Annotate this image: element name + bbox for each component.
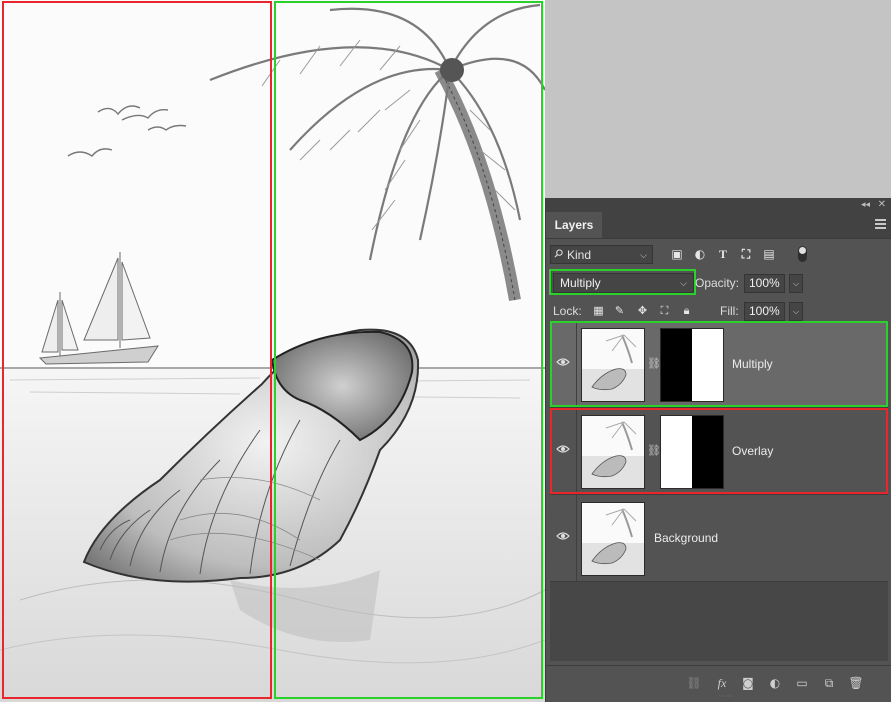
lock-image-icon[interactable]: ✎ — [613, 304, 626, 317]
layer-row-background[interactable]: Background — [550, 495, 888, 582]
layer-name[interactable]: Overlay — [732, 444, 773, 458]
layers-panel: ◂◂ ✕ Layers Kind ⌵ ▣ ◐ T ⛶ ▤ Multiply ⌵ … — [545, 198, 891, 702]
layers-list: ⛓ Multiply ⛓ Overlay Background — [550, 321, 888, 661]
opacity-label: Opacity: — [695, 276, 740, 290]
lock-artboard-icon[interactable]: ⛶ — [658, 304, 671, 317]
new-layer-icon[interactable]: ⧉ — [821, 676, 837, 690]
opacity-input[interactable]: 100% — [744, 274, 785, 293]
adjustment-layer-icon[interactable]: ◐ — [767, 676, 783, 690]
layer-filter-row: Kind ⌵ ▣ ◐ T ⛶ ▤ — [550, 244, 888, 266]
link-layers-icon[interactable]: ⛓ — [686, 676, 702, 690]
close-panel-icon[interactable]: ✕ — [878, 198, 886, 212]
overlay-region-outline — [2, 1, 272, 699]
panel-menu-icon[interactable] — [875, 219, 886, 229]
resize-grip[interactable]: ⋯⋯ — [718, 692, 734, 700]
layer-name[interactable]: Background — [654, 531, 718, 545]
adjustment-filter-icon[interactable]: ◐ — [693, 247, 707, 261]
mask-link-icon[interactable]: ⛓ — [647, 444, 661, 458]
fill-label: Fill: — [720, 304, 739, 318]
layer-mask-thumbnail[interactable] — [660, 328, 724, 402]
mask-link-icon[interactable]: ⛓ — [647, 357, 661, 371]
filter-toggle-switch[interactable] — [798, 246, 807, 262]
tab-layers[interactable]: Layers — [546, 212, 602, 238]
kind-filter-label: Kind — [567, 248, 592, 262]
document-canvas[interactable] — [0, 0, 545, 702]
type-filter-icon[interactable]: T — [716, 247, 730, 261]
panel-title-bar: ◂◂ ✕ — [546, 198, 891, 212]
add-mask-icon[interactable]: ◙ — [740, 676, 756, 690]
opacity-dropdown[interactable]: ⌵ — [789, 274, 803, 293]
fill-input[interactable]: 100% — [744, 302, 785, 321]
layers-bottom-toolbar: ⛓ fx ◙ ◐ ▭ ⧉ 🗑︎ ⋯⋯ — [546, 665, 891, 702]
lock-position-icon[interactable]: ✥ — [636, 304, 649, 317]
fx-icon[interactable]: fx — [714, 676, 730, 690]
search-icon — [554, 249, 563, 258]
kind-filter-select[interactable]: Kind ⌵ — [550, 245, 653, 264]
visibility-eye-icon[interactable] — [556, 531, 570, 541]
smart-object-filter-icon[interactable]: ▤ — [762, 247, 776, 261]
collapse-panel-icon[interactable]: ◂◂ — [861, 198, 870, 212]
panel-tab-row: Layers — [546, 212, 891, 239]
visibility-eye-icon[interactable] — [556, 357, 570, 367]
fill-dropdown[interactable]: ⌵ — [789, 302, 803, 321]
chevron-down-icon: ⌵ — [640, 250, 647, 260]
layer-row-multiply[interactable]: ⛓ Multiply — [550, 321, 888, 408]
delete-icon[interactable]: 🗑︎ — [848, 676, 864, 690]
layer-name[interactable]: Multiply — [732, 357, 773, 371]
visibility-eye-icon[interactable] — [556, 444, 570, 454]
layer-row-overlay[interactable]: ⛓ Overlay — [550, 408, 888, 495]
group-icon[interactable]: ▭ — [794, 676, 810, 690]
layer-mask-thumbnail[interactable] — [660, 415, 724, 489]
lock-transparent-icon[interactable]: ▦ — [592, 304, 605, 317]
blend-mode-highlight — [549, 269, 696, 295]
blend-row: Multiply ⌵ Opacity: 100% ⌵ — [549, 269, 888, 295]
lock-all-icon[interactable]: 🔒︎ — [680, 304, 693, 317]
multiply-region-outline — [274, 1, 543, 699]
image-filter-icon[interactable]: ▣ — [670, 247, 684, 261]
lock-row: Lock: ▦ ✎ ✥ ⛶ 🔒︎ Fill: 100% ⌵ — [550, 300, 888, 322]
shape-filter-icon[interactable]: ⛶ — [739, 247, 753, 261]
layer-thumbnail[interactable] — [581, 415, 645, 489]
lock-label: Lock: — [553, 304, 582, 318]
layer-thumbnail[interactable] — [581, 328, 645, 402]
layer-thumbnail[interactable] — [581, 502, 645, 576]
